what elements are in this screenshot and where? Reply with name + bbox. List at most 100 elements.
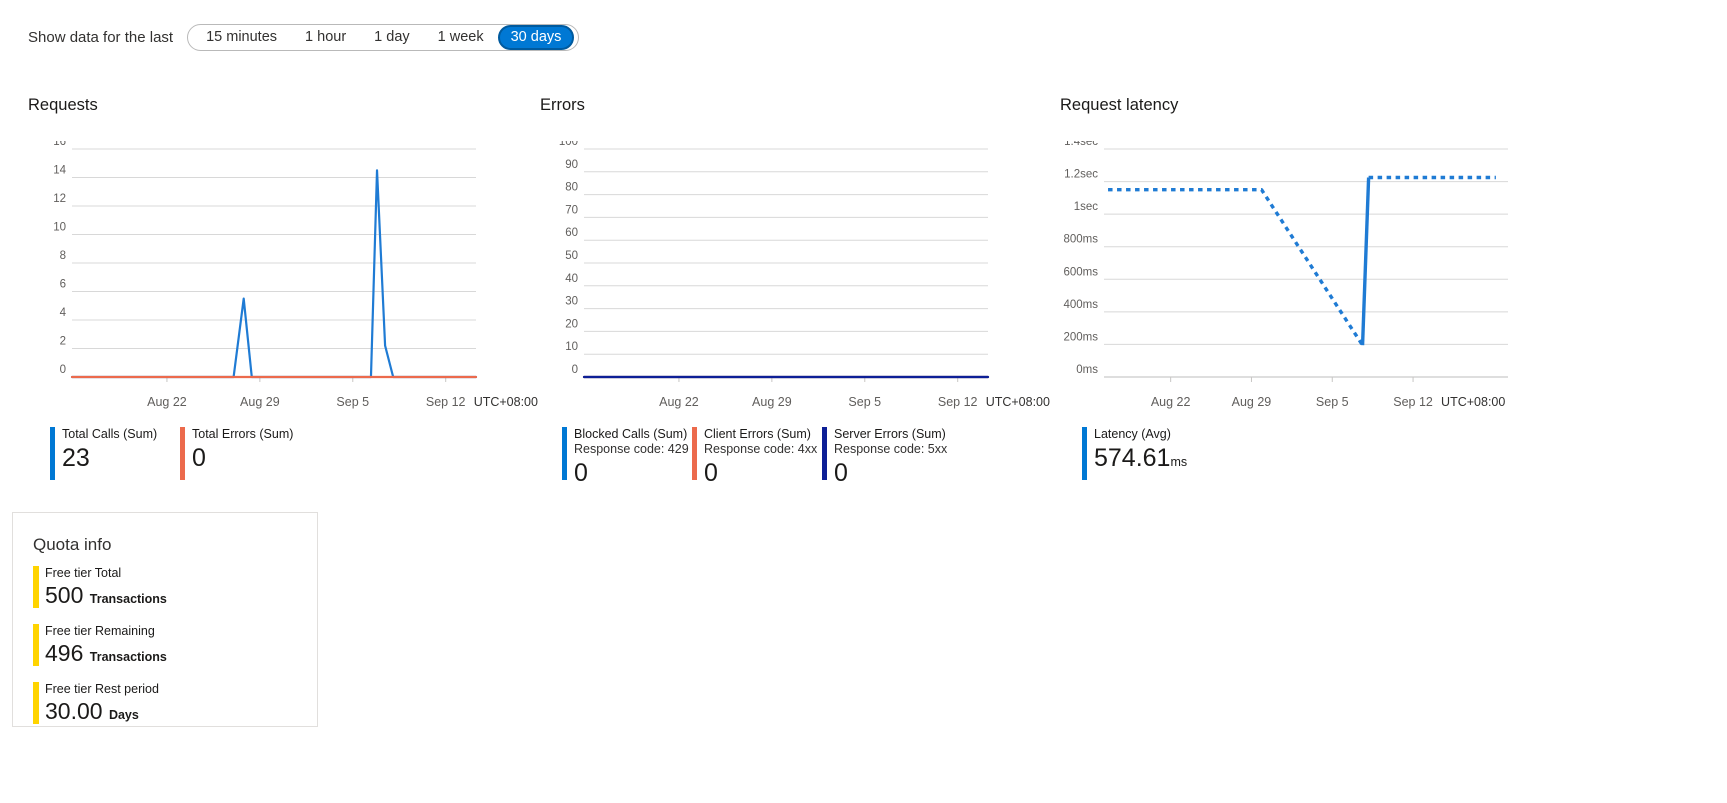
legend-metric-name: Total Calls (Sum) [62,427,158,441]
quota-color-bar [33,624,39,666]
legend-color-bar [822,427,827,480]
series-line-dashed [1108,188,1364,347]
quota-item-label: Free tier Rest period [45,682,159,696]
y-tick-label: 0ms [1076,364,1098,376]
y-tick-label: 10 [565,341,578,353]
y-tick-label: 20 [565,318,578,330]
legend-metric-unit: ms [1170,455,1188,469]
legend-metric-value: 23 [62,444,90,472]
y-tick-label: 0 [572,364,578,376]
time-range-pill-group: 15 minutes 1 hour 1 day 1 week 30 days [187,24,580,51]
x-tick-label: Sep 5 [848,395,882,409]
x-tick-label: Aug 29 [240,395,280,409]
legend-metric-value: 0 [192,444,206,472]
quota-color-bar [33,682,39,724]
quota-item-unit: Transactions [89,650,167,664]
legend-metric-name: Latency (Avg) [1094,427,1171,441]
y-tick-label: 800ms [1063,234,1098,246]
legend-metric-block[interactable]: Latency (Avg) 574.61ms [1082,427,1188,480]
timezone-label: UTC+08:00 [1441,395,1506,409]
time-range-option-1-day[interactable]: 1 day [360,25,423,50]
legend-metric-name: Server Errors (Sum) [834,427,946,441]
legend-metric-name: Total Errors (Sum) [192,427,294,441]
quota-item-value: 496 Transactions [45,640,167,666]
quota-item-list: Free tier Total 500 Transactions Free tier… [13,565,317,729]
series-line [70,169,478,379]
legend-metric-block[interactable]: Total Errors (Sum) 0 [180,427,294,480]
legend-metric-name: Blocked Calls (Sum) [574,427,688,441]
y-tick-label: 6 [60,279,66,291]
quota-item: Free tier Remaining 496 Transactions [33,623,317,671]
quota-info-title: Quota info [33,535,112,554]
x-axis-requests: Aug 22 Aug 29 Sep 5 Sep 12 UTC+08:00 [28,395,538,413]
time-range-option-15-minutes[interactable]: 15 minutes [192,25,291,50]
quota-item-value: 30.00 Days [45,698,139,724]
x-tick-label: Aug 29 [752,395,792,409]
quota-item-label: Free tier Total [45,566,122,580]
y-tick-label: 2 [60,336,66,348]
legend-metric-value: 0 [704,459,718,487]
x-tick-label: Aug 29 [1231,395,1272,409]
x-tick-label: Sep 5 [1315,395,1349,409]
y-tick-label: 10 [53,222,66,234]
y-tick-label: 16 [53,141,66,148]
quota-color-bar [33,566,39,608]
time-range-option-1-hour[interactable]: 1 hour [291,25,360,50]
x-tick-label: Sep 5 [336,395,370,409]
legend-color-bar [692,427,697,480]
y-tick-label: 8 [60,250,66,262]
y-tick-label: 200ms [1063,331,1098,343]
legend-metric-sublabel: Response code: 4xx [704,442,818,456]
y-tick-label: 80 [565,182,578,194]
legend-color-bar [1082,427,1087,480]
x-axis-latency: Aug 22 Aug 29 Sep 5 Sep 12 UTC+08:00 [1060,395,1560,413]
series-line-solid [1360,177,1371,346]
legend-latency: Latency (Avg) 574.61ms [1060,427,1560,489]
timezone-label: UTC+08:00 [473,395,538,409]
quota-item-unit: Days [108,708,139,722]
x-tick-label: Aug 22 [659,395,699,409]
y-tick-label: 90 [565,159,578,171]
y-tick-label: 50 [565,250,578,262]
y-tick-label: 70 [565,204,578,216]
y-tick-label: 1.4sec [1064,141,1098,148]
time-range-label: Show data for the last [28,29,174,46]
timezone-label: UTC+08:00 [985,395,1050,409]
time-range-option-1-week[interactable]: 1 week [424,25,498,50]
legend-metric-block[interactable]: Blocked Calls (Sum) Response code: 429 0 [562,427,689,489]
legend-metric-sublabel: Response code: 429 [574,442,689,456]
legend-metric-sublabel: Response code: 5xx [834,442,948,456]
y-tick-label: 1sec [1074,201,1099,213]
requests-line-chart: 0 2 4 6 8 10 12 14 16 [53,141,478,382]
y-tick-label: 40 [565,273,578,285]
legend-metric-value: 0 [834,459,848,487]
y-tick-label: 600ms [1063,266,1098,278]
time-range-option-30-days[interactable]: 30 days [497,25,575,50]
legend-metric-block[interactable]: Total Calls (Sum) 23 [50,427,158,480]
y-tick-label: 1.2sec [1064,169,1098,181]
chart-title-latency: Request latency [1060,96,1179,114]
y-tick-label: 0 [60,364,66,376]
legend-metric-value: 0 [574,459,588,487]
x-tick-label: Aug 22 [147,395,187,409]
plot-area-requests: 0 2 4 6 8 10 12 14 16 [28,141,528,393]
legend-color-bar [180,427,185,480]
plot-area-errors: 0 10 20 30 40 50 60 70 80 90 100 [540,141,1040,393]
x-tick-label: Sep 12 [1393,395,1433,409]
x-tick-label: Sep 12 [425,395,466,409]
legend-errors: Blocked Calls (Sum) Response code: 429 0 Cl… [540,427,1040,489]
y-tick-label: 100 [559,141,578,148]
chart-panel-errors: Errors 0 10 20 30 40 50 60 70 80 90 100 Aug 22 Aug … [540,96,1050,489]
legend-requests: Total Calls (Sum) 23 Total Errors (Sum) 0 [28,427,528,489]
y-tick-label: 12 [53,193,66,205]
legend-metric-block[interactable]: Client Errors (Sum) Response code: 4xx 0 [692,427,817,489]
x-axis-errors: Aug 22 Aug 29 Sep 5 Sep 12 UTC+08:00 [540,395,1050,413]
quota-item: Free tier Total 500 Transactions [33,565,317,613]
y-tick-label: 14 [53,165,66,177]
x-tick-label: Sep 12 [937,395,978,409]
quota-item-label: Free tier Remaining [45,624,155,638]
chart-panel-requests: Requests 0 2 4 6 8 10 12 14 16 Aug 22 Aug 29 Sep 5… [28,96,538,489]
y-tick-label: 30 [565,296,578,308]
y-tick-label: 400ms [1063,299,1098,311]
legend-metric-block[interactable]: Server Errors (Sum) Response code: 5xx 0 [822,427,947,489]
